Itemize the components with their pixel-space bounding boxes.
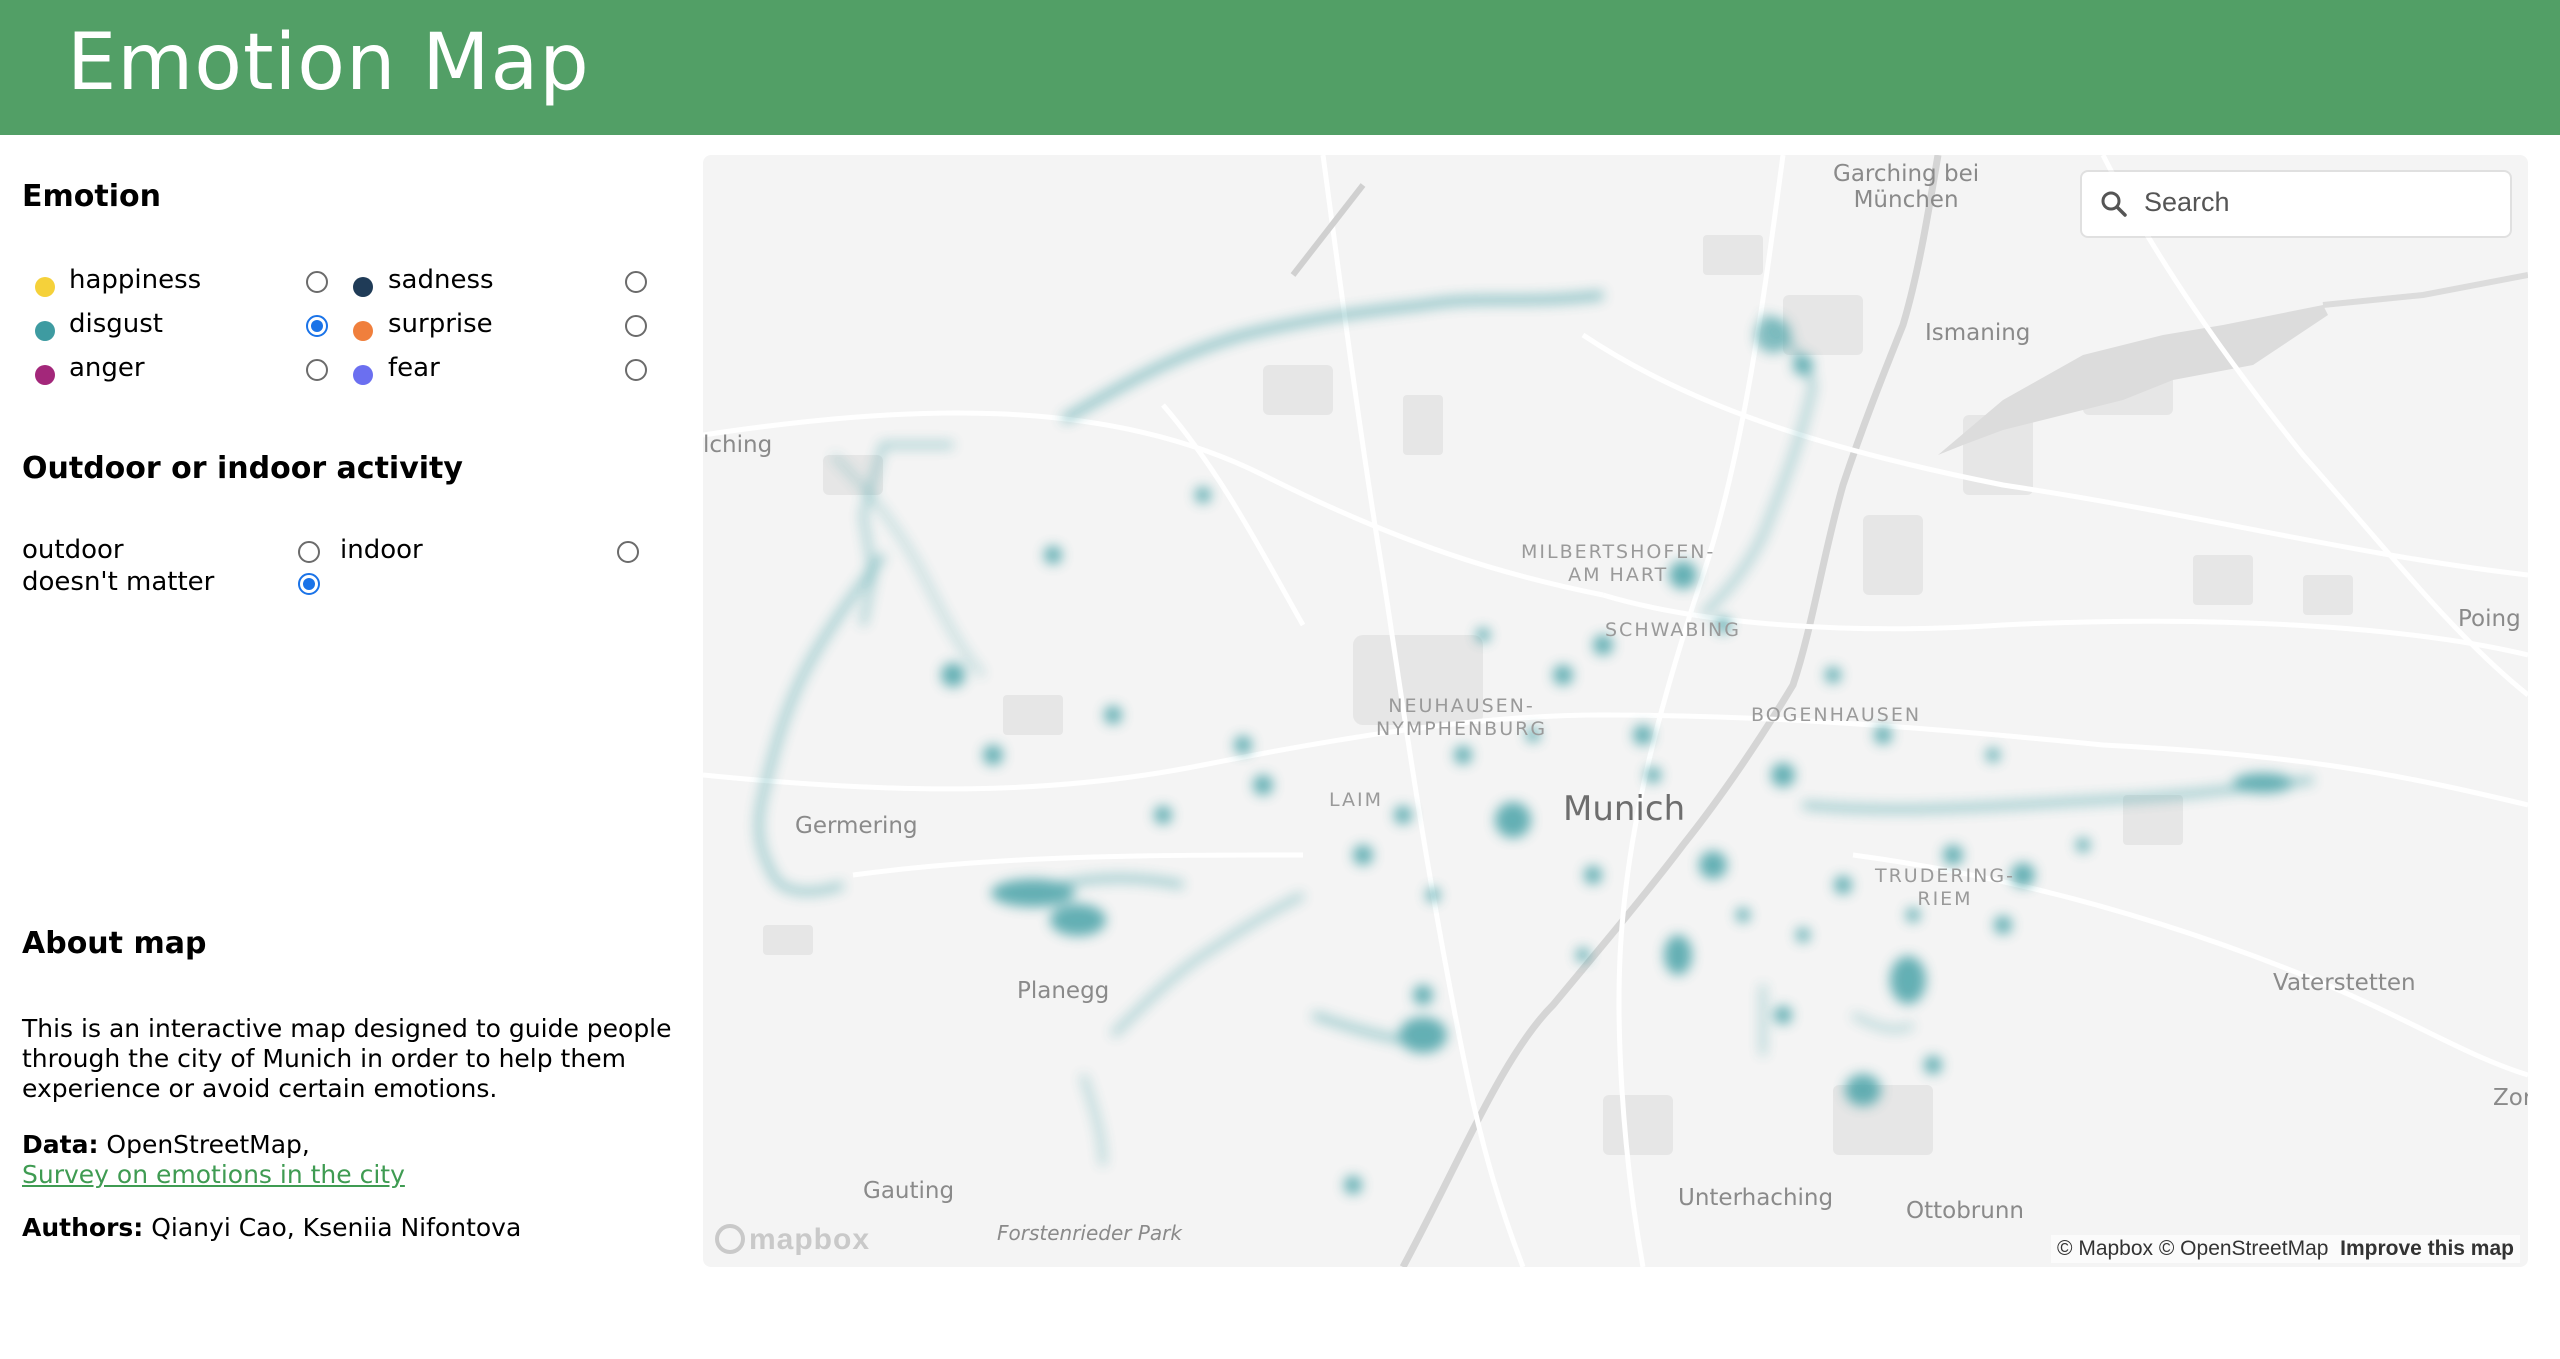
anger-radio[interactable] [306,359,328,381]
about-description: This is an interactive map designed to g… [22,1014,672,1103]
authors-text: Qianyi Cao, Kseniia Nifontova [151,1213,522,1242]
data-text: OpenStreetMap, [106,1130,310,1159]
attribution-text[interactable]: © Mapbox © OpenStreetMap [2057,1237,2328,1260]
place-trudering: TRUDERING- RIEM [1875,865,2015,910]
place-unterhaching: Unterhaching [1678,1185,1834,1211]
place-zor: Zor [2493,1085,2528,1111]
disgust-color-dot [35,321,55,341]
place-germering: Germering [795,813,918,839]
outdoor-label: outdoor [22,535,124,565]
place-garching: Garching bei München [1833,161,1980,213]
fear-color-dot [353,365,373,385]
app-header: Emotion Map [0,0,2560,135]
place-planegg: Planegg [1017,978,1110,1004]
data-source: Data: OpenStreetMap, Survey on emotions … [22,1130,672,1190]
happiness-radio[interactable] [306,271,328,293]
outdoor-radio[interactable] [298,541,320,563]
sadness-label: sadness [388,265,494,295]
data-label: Data: [22,1130,99,1159]
improve-map-link[interactable]: Improve this map [2340,1237,2514,1260]
place-aching: lching [703,432,773,458]
page-title: Emotion Map [67,18,590,108]
map-search-box[interactable]: Search [2082,172,2510,236]
surprise-label: surprise [388,309,493,339]
sadness-color-dot [353,277,373,297]
place-vaterstetten: Vaterstetten [2273,970,2416,996]
mapbox-logo-icon [715,1224,745,1254]
about-section-title: About map [22,926,207,961]
place-munich: Munich [1563,789,1686,829]
search-icon [2101,191,2127,217]
sadness-radio[interactable] [625,271,647,293]
place-bogenhausen: BOGENHAUSEN [1751,704,1922,726]
search-input[interactable]: Search [2144,187,2230,218]
anger-label: anger [69,353,145,383]
activity-section-title: Outdoor or indoor activity [22,451,463,486]
place-forstenrieder-park: Forstenrieder Park [997,1221,1182,1245]
indoor-radio[interactable] [617,541,639,563]
place-milbertshofen: MILBERTSHOFEN- AM HART [1521,541,1716,586]
happiness-label: happiness [69,265,202,295]
place-ottobrunn: Ottobrunn [1906,1198,2024,1224]
map-attribution: © Mapbox © OpenStreetMap Improve this ma… [2051,1235,2520,1263]
place-ismaning: Ismaning [1925,320,2031,346]
place-laim: LAIM [1329,789,1384,811]
disgust-label: disgust [69,309,163,339]
surprise-color-dot [353,321,373,341]
map-canvas[interactable]: Garching bei München Ismaning lching Poin… [703,155,2528,1267]
indoor-label: indoor [340,535,423,565]
place-neuhausen: NEUHAUSEN- NYMPHENBURG [1376,695,1548,740]
place-poing: Poing [2458,606,2521,632]
authors: Authors: Qianyi Cao, Kseniia Nifontova [22,1213,672,1243]
map-base-layer [703,155,2528,1267]
survey-link[interactable]: Survey on emotions in the city [22,1160,405,1189]
emotion-section-title: Emotion [22,179,161,214]
surprise-radio[interactable] [625,315,647,337]
doesnt-matter-radio[interactable] [298,573,320,595]
disgust-radio[interactable] [306,315,328,337]
authors-label: Authors: [22,1213,144,1242]
place-schwabing: SCHWABING [1605,619,1741,641]
happiness-color-dot [35,277,55,297]
fear-radio[interactable] [625,359,647,381]
anger-color-dot [35,365,55,385]
place-gauting: Gauting [863,1178,955,1204]
sidebar: Emotion happiness sadness disgust surpri… [0,135,690,1359]
doesnt-matter-label: doesn't matter [22,567,215,597]
fear-label: fear [388,353,440,383]
mapbox-logo[interactable]: mapbox [715,1223,870,1257]
